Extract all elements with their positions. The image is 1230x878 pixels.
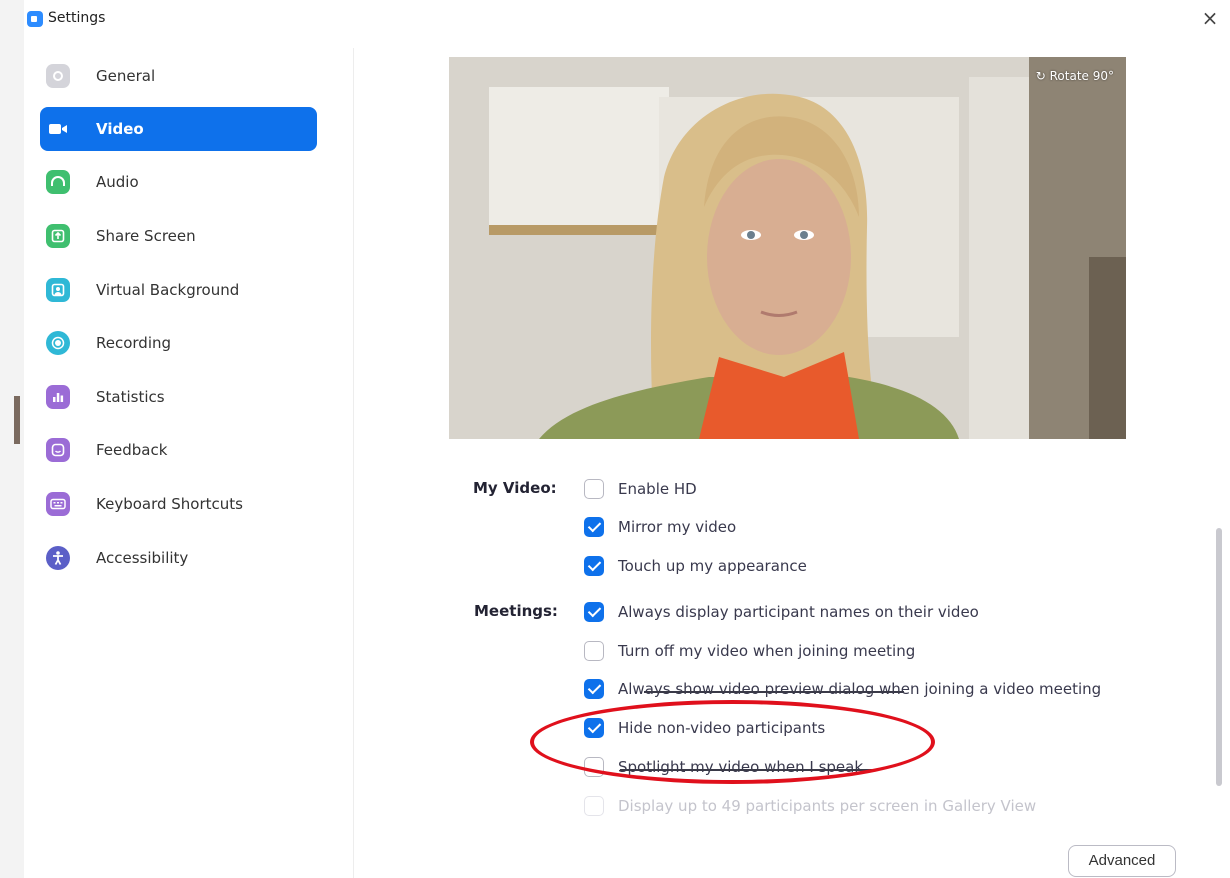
virtual-background-icon xyxy=(46,278,70,302)
sidebar-item-virtual-background[interactable]: Virtual Background xyxy=(40,268,317,312)
gear-icon xyxy=(46,64,70,88)
gallery-49-checkbox xyxy=(584,796,604,816)
highlight-ellipse xyxy=(530,700,935,784)
option-label: Enable HD xyxy=(618,480,697,498)
scrollbar-thumb[interactable] xyxy=(1216,528,1222,786)
annotation-strike-line xyxy=(644,691,904,693)
camera-preview-image xyxy=(449,57,1126,439)
enable-hd-checkbox[interactable] xyxy=(584,479,604,499)
option-display-participant-names[interactable]: Always display participant names on thei… xyxy=(584,600,979,624)
sidebar-item-statistics[interactable]: Statistics xyxy=(40,375,317,419)
advanced-button[interactable]: Advanced xyxy=(1068,845,1176,877)
option-label: Always display participant names on thei… xyxy=(618,603,979,621)
meetings-label: Meetings: xyxy=(474,602,558,620)
recording-icon xyxy=(46,331,70,355)
feedback-icon xyxy=(46,438,70,462)
turn-off-video-checkbox[interactable] xyxy=(584,641,604,661)
window-title: Settings xyxy=(48,10,106,26)
sidebar-item-label: Recording xyxy=(96,334,172,352)
sidebar-item-label: Statistics xyxy=(96,388,165,406)
sidebar-item-label: Virtual Background xyxy=(96,281,240,299)
background-window-edge xyxy=(0,0,24,878)
title-bar: Settings × xyxy=(24,0,1230,38)
option-label: Always show video preview dialog when jo… xyxy=(618,680,1102,698)
rotate-label: Rotate 90° xyxy=(1049,69,1114,83)
headphones-icon xyxy=(46,170,70,194)
option-label: Display up to 49 participants per screen… xyxy=(618,797,1037,815)
my-video-label: My Video: xyxy=(473,479,557,497)
share-screen-icon xyxy=(46,224,70,248)
sidebar-item-video[interactable]: Video xyxy=(40,107,317,151)
option-enable-hd[interactable]: Enable HD xyxy=(584,477,697,501)
sidebar-item-share-screen[interactable]: Share Screen xyxy=(40,214,317,258)
accessibility-icon xyxy=(46,546,70,570)
sidebar-item-label: Feedback xyxy=(96,441,168,459)
sidebar-item-label: Share Screen xyxy=(96,227,196,245)
sidebar-item-accessibility[interactable]: Accessibility xyxy=(40,536,317,580)
option-mirror-my-video[interactable]: Mirror my video xyxy=(584,515,736,539)
camera-preview: ↻ Rotate 90° xyxy=(449,57,1126,439)
sidebar-item-feedback[interactable]: Feedback xyxy=(40,428,317,472)
video-camera-icon xyxy=(46,117,70,141)
sidebar-item-label: Accessibility xyxy=(96,549,189,567)
sidebar-item-label: Keyboard Shortcuts xyxy=(96,495,243,513)
zoom-app-icon xyxy=(27,11,43,27)
settings-window: Settings × General Video Audio Share Scr… xyxy=(24,0,1230,878)
sidebar-item-label: Audio xyxy=(96,173,139,191)
sidebar-item-general[interactable]: General xyxy=(40,54,317,98)
sidebar-item-keyboard-shortcuts[interactable]: Keyboard Shortcuts xyxy=(40,482,317,526)
option-label: Mirror my video xyxy=(618,518,737,536)
option-show-preview-dialog[interactable]: Always show video preview dialog when jo… xyxy=(584,677,1101,701)
sidebar-item-label: General xyxy=(96,67,156,85)
close-icon[interactable]: × xyxy=(1198,5,1222,31)
sidebar-item-audio[interactable]: Audio xyxy=(40,160,317,204)
statistics-icon xyxy=(46,385,70,409)
sidebar-item-recording[interactable]: Recording xyxy=(40,321,317,365)
display-names-checkbox[interactable] xyxy=(584,602,604,622)
rotate-button[interactable]: ↻ Rotate 90° xyxy=(1036,69,1114,83)
rotate-icon: ↻ xyxy=(1035,69,1050,83)
option-touch-up-appearance[interactable]: Touch up my appearance xyxy=(584,554,807,578)
option-label: Turn off my video when joining meeting xyxy=(618,642,916,660)
sidebar-item-label: Video xyxy=(96,120,144,138)
mirror-my-video-checkbox[interactable] xyxy=(584,517,604,537)
option-turn-off-video[interactable]: Turn off my video when joining meeting xyxy=(584,639,915,663)
preview-dialog-checkbox[interactable] xyxy=(584,679,604,699)
settings-sidebar: General Video Audio Share Screen Virtual… xyxy=(24,48,354,878)
keyboard-icon xyxy=(46,492,70,516)
option-gallery-49-participants: Display up to 49 participants per screen… xyxy=(584,794,1036,818)
option-label: Touch up my appearance xyxy=(618,557,807,575)
background-window-mark xyxy=(14,396,20,444)
touch-up-checkbox[interactable] xyxy=(584,556,604,576)
